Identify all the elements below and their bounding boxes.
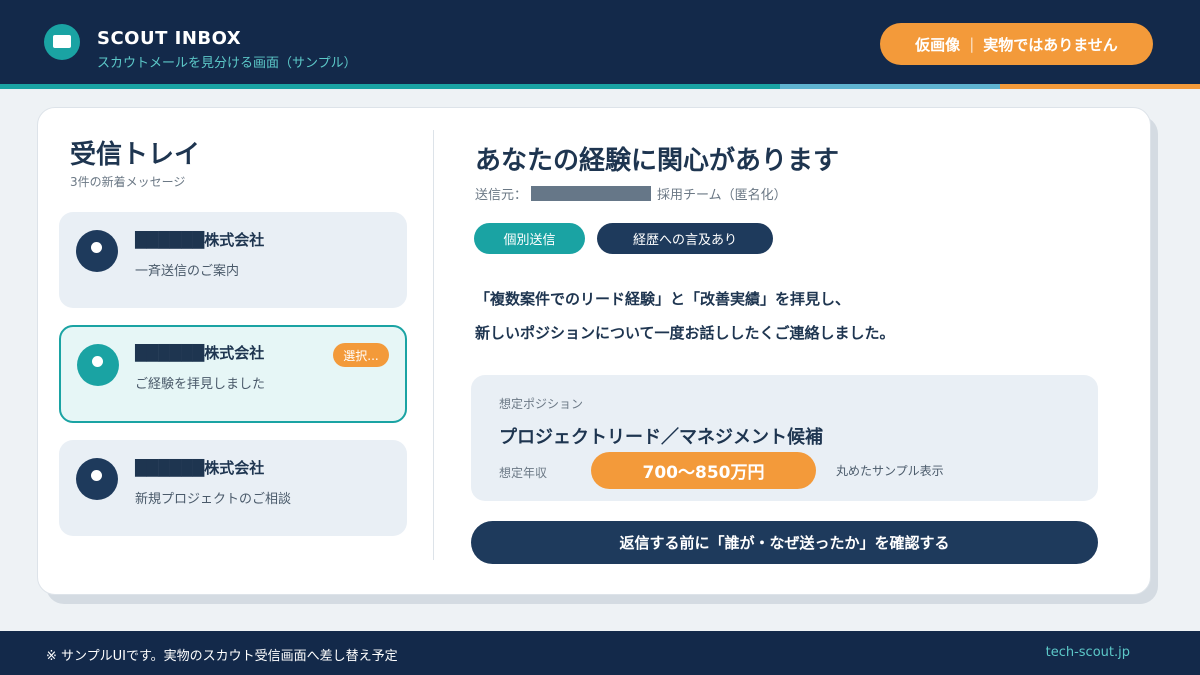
- notice-separator: |: [969, 35, 975, 53]
- salary-note: 丸めたサンプル表示: [836, 464, 944, 478]
- sample-notice-badge: 仮画像 | 実物ではありません: [880, 23, 1153, 65]
- position-title: プロジェクトリード／マネジメント候補: [499, 427, 823, 448]
- notice-left-text: 仮画像: [915, 35, 961, 54]
- salary-value: 700〜850万円: [591, 452, 816, 489]
- redacted-sender-name: [531, 186, 652, 201]
- accent-stripe-blue: [780, 84, 1000, 89]
- inbox-count: 3件の新着メッセージ: [70, 175, 186, 189]
- mail-body-line: 新しいポジションについて一度お話ししたくご連絡しました。: [475, 324, 895, 342]
- mail-subject: あなたの経験に関心があります: [475, 146, 840, 176]
- panel-divider: [433, 130, 434, 560]
- message-company: ██████株式会社: [135, 459, 265, 477]
- app-subtitle: スカウトメールを見分ける画面（サンプル）: [97, 56, 357, 71]
- main-card: 受信トレイ 3件の新着メッセージ ██████株式会社 一斉送信のご案内 ███…: [37, 107, 1151, 595]
- message-company: ██████株式会社: [135, 344, 265, 362]
- app-header: SCOUT INBOX スカウトメールを見分ける画面（サンプル） 仮画像 | 実…: [0, 0, 1200, 86]
- avatar: [76, 458, 118, 500]
- message-preview: ご経験を拝見しました: [135, 377, 266, 392]
- salary-label: 想定年収: [499, 466, 548, 480]
- position-label: 想定ポジション: [499, 397, 584, 411]
- inbox-message-item[interactable]: ██████株式会社 一斉送信のご案内: [59, 212, 407, 308]
- message-company: ██████株式会社: [135, 231, 265, 249]
- tag-career-mention: 経歴への言及あり: [597, 223, 773, 254]
- mail-sender: 送信元： 採用チーム（匿名化）: [475, 184, 787, 203]
- tag-individual-send: 個別送信: [474, 223, 585, 254]
- accent-stripe-teal: [0, 84, 780, 89]
- inbox-message-item-selected[interactable]: ██████株式会社 ご経験を拝見しました 選択...: [59, 325, 407, 423]
- app-footer: ※ サンプルUIです。実物のスカウト受信画面へ差し替え予定 tech-scout…: [0, 631, 1200, 675]
- inbox-message-item[interactable]: ██████株式会社 新規プロジェクトのご相談: [59, 440, 407, 536]
- avatar: [76, 230, 118, 272]
- mail-icon: [44, 24, 80, 60]
- footer-note: ※ サンプルUIです。実物のスカウト受信画面へ差し替え予定: [46, 649, 398, 664]
- message-preview: 新規プロジェクトのご相談: [135, 492, 292, 507]
- accent-stripe-orange: [1000, 84, 1200, 89]
- footer-domain-link[interactable]: tech-scout.jp: [1046, 645, 1130, 660]
- inbox-title: 受信トレイ: [70, 140, 201, 170]
- mail-body-line: 「複数案件でのリード経験」と「改善実績」を拝見し、: [475, 290, 851, 308]
- avatar: [77, 344, 119, 386]
- sender-prefix: 送信元：: [475, 188, 528, 203]
- notice-right-text: 実物ではありません: [983, 35, 1118, 54]
- position-details-box: 想定ポジション プロジェクトリード／マネジメント候補 想定年収 700〜850万…: [471, 375, 1098, 501]
- verify-sender-button[interactable]: 返信する前に「誰が・なぜ送ったか」を確認する: [471, 521, 1098, 564]
- sender-suffix: 採用チーム（匿名化）: [657, 188, 787, 203]
- app-title: SCOUT INBOX: [97, 28, 242, 49]
- message-preview: 一斉送信のご案内: [135, 264, 240, 279]
- selected-badge: 選択...: [333, 343, 389, 367]
